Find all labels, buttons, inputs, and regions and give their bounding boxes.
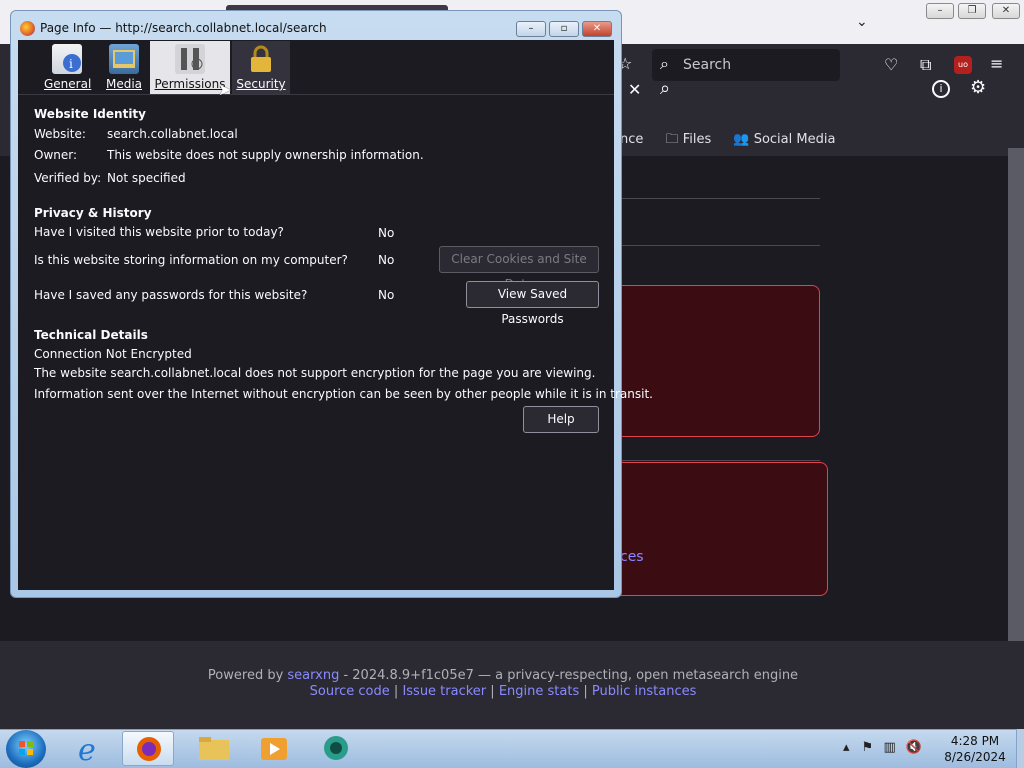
- encryption-note: The website search.collabnet.local does …: [34, 366, 596, 380]
- extensions-icon[interactable]: ⧉: [920, 55, 931, 75]
- help-button[interactable]: Help: [523, 406, 599, 433]
- privacy-history-heading: Privacy & History: [34, 206, 152, 220]
- media-image-icon: [109, 44, 139, 74]
- source-code-link[interactable]: Source code: [310, 684, 390, 699]
- clear-cookies-button[interactable]: Clear Cookies and Site Data: [439, 246, 599, 291]
- tab-media-label: Media: [105, 77, 143, 91]
- search-submit-icon[interactable]: ⌕: [660, 78, 670, 99]
- transit-warning: Information sent over the Internet witho…: [34, 387, 653, 401]
- tab-media[interactable]: Media: [104, 41, 144, 94]
- file-explorer-icon[interactable]: [188, 731, 240, 766]
- footer-powered-by: Powered by searxng - 2024.8.9+f1c05e7 — …: [0, 668, 1006, 683]
- engine-stats-link[interactable]: Engine stats: [499, 684, 579, 699]
- media-player-icon[interactable]: [248, 731, 300, 766]
- clear-search-icon[interactable]: ✕: [628, 80, 641, 99]
- issue-tracker-link[interactable]: Issue tracker: [402, 684, 486, 699]
- browser-minimize-button[interactable]: –: [926, 3, 954, 19]
- mouse-cursor-icon: ➤: [218, 80, 232, 99]
- owner-value: This website does not supply ownership i…: [107, 148, 424, 162]
- tab-security[interactable]: Security: [232, 41, 290, 94]
- storing-question: Is this website storing information on m…: [34, 253, 348, 267]
- show-desktop-button[interactable]: [1016, 729, 1024, 768]
- svg-text:i: i: [69, 57, 73, 71]
- padlock-icon: [246, 44, 276, 74]
- passwords-question: Have I saved any passwords for this webs…: [34, 288, 308, 302]
- taskbar-clock[interactable]: 4:28 PM 8/26/2024: [940, 733, 1010, 765]
- svg-text:e: e: [78, 733, 96, 766]
- scrollbar-thumb[interactable]: [1008, 148, 1024, 708]
- tab-list-chevron-icon[interactable]: ⌄: [856, 14, 868, 30]
- search-icon: ⌕: [660, 54, 669, 73]
- public-instances-link[interactable]: Public instances: [592, 684, 696, 699]
- category-partial[interactable]: nce: [620, 132, 643, 147]
- dialog-close-button[interactable]: ✕: [582, 21, 612, 37]
- browser-search-box[interactable]: [652, 49, 840, 81]
- network-icon[interactable]: ▥: [883, 740, 895, 755]
- dialog-maximize-button[interactable]: ▫: [549, 21, 579, 37]
- ublock-icon[interactable]: uo: [954, 56, 972, 74]
- instances-link[interactable]: ces: [620, 549, 644, 565]
- browser-search-placeholder: Search: [683, 57, 732, 73]
- firefox-taskbar-icon[interactable]: [122, 731, 174, 766]
- start-button[interactable]: [6, 730, 46, 768]
- owner-label: Owner:: [34, 148, 78, 162]
- tab-general-label: General: [44, 77, 92, 91]
- firefox-icon: [20, 21, 35, 36]
- category-tabs: nce 🗀 Files 👥 Social Media: [620, 130, 835, 152]
- verified-by-value: Not specified: [107, 171, 186, 185]
- clock-time: 4:28 PM: [950, 734, 1000, 748]
- connection-status: Connection Not Encrypted: [34, 347, 192, 361]
- passwords-answer: No: [378, 288, 395, 302]
- app-globe-icon[interactable]: [310, 731, 362, 766]
- divider: [620, 460, 820, 461]
- files-icon: 🗀: [665, 132, 679, 147]
- pocket-icon[interactable]: ♡: [884, 55, 898, 74]
- people-icon: 👥: [733, 132, 750, 147]
- tray-expand-icon[interactable]: ▴: [843, 740, 850, 755]
- category-social-media[interactable]: Social Media: [754, 132, 836, 147]
- settings-gear-icon[interactable]: ⚙: [970, 77, 986, 98]
- powered-prefix: Powered by: [207, 668, 288, 683]
- dialog-title: Page Info — http://search.collabnet.loca…: [40, 21, 327, 35]
- browser-close-button[interactable]: ✕: [992, 3, 1020, 19]
- technical-details-heading: Technical Details: [34, 328, 148, 342]
- action-center-flag-icon[interactable]: ⚑: [862, 740, 874, 755]
- general-info-icon: i: [52, 44, 82, 74]
- visited-question: Have I visited this website prior to tod…: [34, 225, 284, 239]
- website-identity-heading: Website Identity: [34, 107, 146, 121]
- dialog-minimize-button[interactable]: –: [516, 21, 546, 37]
- tab-general[interactable]: i General: [44, 41, 92, 94]
- menu-icon[interactable]: ≡: [990, 54, 1003, 73]
- volume-muted-icon[interactable]: 🔇: [906, 740, 922, 755]
- internet-explorer-icon[interactable]: e: [66, 731, 118, 768]
- website-value: search.collabnet.local: [107, 127, 238, 141]
- searxng-link[interactable]: searxng: [287, 668, 339, 683]
- footer-links: Source code | Issue tracker | Engine sta…: [309, 684, 697, 699]
- permissions-toggles-icon: [175, 44, 205, 74]
- powered-suffix: - 2024.8.9+f1c05e7 — a privacy-respectin…: [339, 668, 799, 683]
- divider: [620, 245, 820, 246]
- category-files[interactable]: Files: [683, 132, 712, 147]
- verified-by-label: Verified by:: [34, 171, 102, 185]
- info-icon[interactable]: i: [932, 80, 950, 98]
- tab-security-label: Security: [236, 77, 286, 91]
- visited-answer: No: [378, 226, 395, 240]
- system-tray: ▴ ⚑ ▥ 🔇: [843, 740, 922, 755]
- website-label: Website:: [34, 127, 86, 141]
- clock-date: 8/26/2024: [944, 750, 1006, 764]
- view-saved-passwords-button[interactable]: View Saved Passwords: [466, 281, 599, 326]
- browser-restore-button[interactable]: ❐: [958, 3, 986, 19]
- divider: [620, 198, 820, 199]
- storing-answer: No: [378, 253, 395, 267]
